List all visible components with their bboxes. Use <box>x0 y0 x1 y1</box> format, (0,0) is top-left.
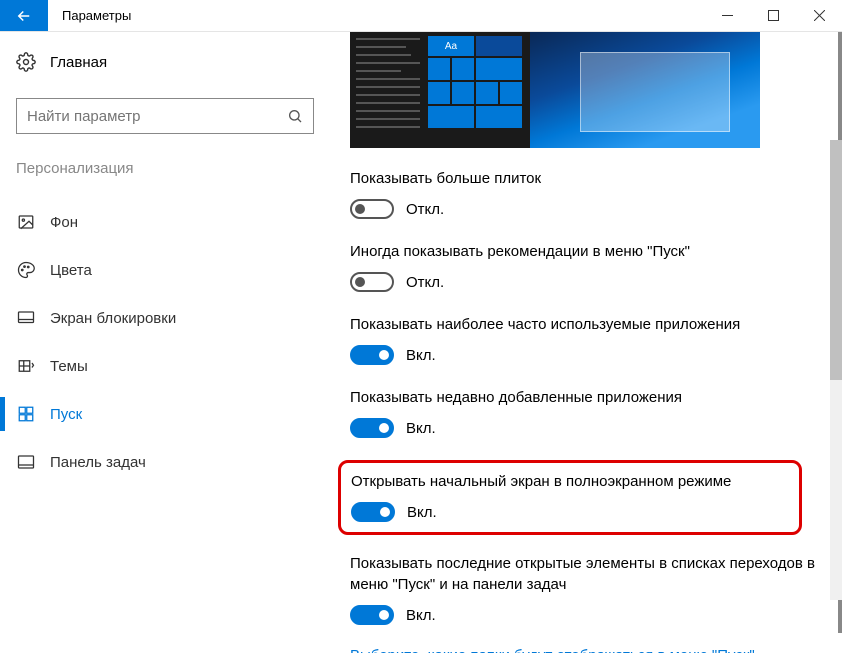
toggle-more-tiles[interactable] <box>350 199 394 219</box>
sidebar-item-label: Панель задач <box>50 454 146 471</box>
back-button[interactable] <box>0 0 48 31</box>
sidebar-section-header: Персонализация <box>16 160 314 177</box>
window-title: Параметры <box>48 0 704 31</box>
palette-icon <box>16 261 36 279</box>
start-icon <box>16 405 36 423</box>
sidebar-item-label: Пуск <box>50 406 82 423</box>
start-preview: Aa <box>350 32 760 148</box>
setting-label: Иногда показывать рекомендации в меню "П… <box>350 241 822 262</box>
toggle-jump-lists[interactable] <box>350 605 394 625</box>
toggle-state: Вкл. <box>406 607 436 624</box>
close-button[interactable] <box>796 0 842 31</box>
sidebar-item-label: Фон <box>50 214 78 231</box>
titlebar: Параметры <box>0 0 842 32</box>
minimize-button[interactable] <box>704 0 750 31</box>
setting-label: Показывать последние открытые элементы в… <box>350 553 822 595</box>
toggle-state: Вкл. <box>407 504 437 521</box>
scrollbar-thumb[interactable] <box>830 140 842 380</box>
sidebar-item-label: Цвета <box>50 262 92 279</box>
toggle-most-used[interactable] <box>350 345 394 365</box>
taskbar-icon <box>16 453 36 471</box>
setting-more-tiles: Показывать больше плиток Откл. <box>350 168 822 219</box>
setting-label: Показывать недавно добавленные приложени… <box>350 387 822 408</box>
sidebar-item-start[interactable]: Пуск <box>16 393 314 435</box>
toggle-suggestions[interactable] <box>350 272 394 292</box>
window-controls <box>704 0 842 31</box>
sidebar-item-label: Темы <box>50 358 88 375</box>
lockscreen-icon <box>16 309 36 327</box>
maximize-button[interactable] <box>750 0 796 31</box>
toggle-fullscreen-start[interactable] <box>351 502 395 522</box>
themes-icon <box>16 357 36 375</box>
sidebar-main[interactable]: Главная <box>16 52 314 72</box>
main-content: Aa Показывать больше плиток Откл. Иногда… <box>330 32 842 653</box>
toggle-state: Откл. <box>406 274 444 291</box>
sidebar-item-label: Экран блокировки <box>50 310 176 327</box>
setting-fullscreen-highlighted: Открывать начальный экран в полноэкранно… <box>338 460 802 535</box>
picture-icon <box>16 213 36 231</box>
sidebar-main-label: Главная <box>50 54 107 71</box>
choose-folders-link[interactable]: Выберите, какие папки будут отображаться… <box>350 647 822 653</box>
sidebar-item-themes[interactable]: Темы <box>16 345 314 387</box>
scrollbar[interactable] <box>830 140 842 600</box>
sidebar-item-background[interactable]: Фон <box>16 201 314 243</box>
setting-label: Открывать начальный экран в полноэкранно… <box>351 471 789 492</box>
sidebar: Главная Персонализация Фон Цвета Э <box>0 32 330 653</box>
setting-suggestions: Иногда показывать рекомендации в меню "П… <box>350 241 822 292</box>
setting-recently-added: Показывать недавно добавленные приложени… <box>350 387 822 438</box>
toggle-state: Вкл. <box>406 420 436 437</box>
gear-icon <box>16 52 36 72</box>
setting-jump-lists: Показывать последние открытые элементы в… <box>350 553 822 625</box>
toggle-state: Откл. <box>406 201 444 218</box>
sidebar-item-taskbar[interactable]: Панель задач <box>16 441 314 483</box>
search-box[interactable] <box>16 98 314 134</box>
setting-most-used: Показывать наиболее часто используемые п… <box>350 314 822 365</box>
search-icon <box>287 108 303 124</box>
setting-label: Показывать больше плиток <box>350 168 822 189</box>
sidebar-item-lockscreen[interactable]: Экран блокировки <box>16 297 314 339</box>
sidebar-item-colors[interactable]: Цвета <box>16 249 314 291</box>
toggle-recently-added[interactable] <box>350 418 394 438</box>
toggle-state: Вкл. <box>406 347 436 364</box>
preview-tile-aa: Aa <box>428 36 474 56</box>
setting-label: Показывать наиболее часто используемые п… <box>350 314 822 335</box>
search-input[interactable] <box>27 108 287 125</box>
